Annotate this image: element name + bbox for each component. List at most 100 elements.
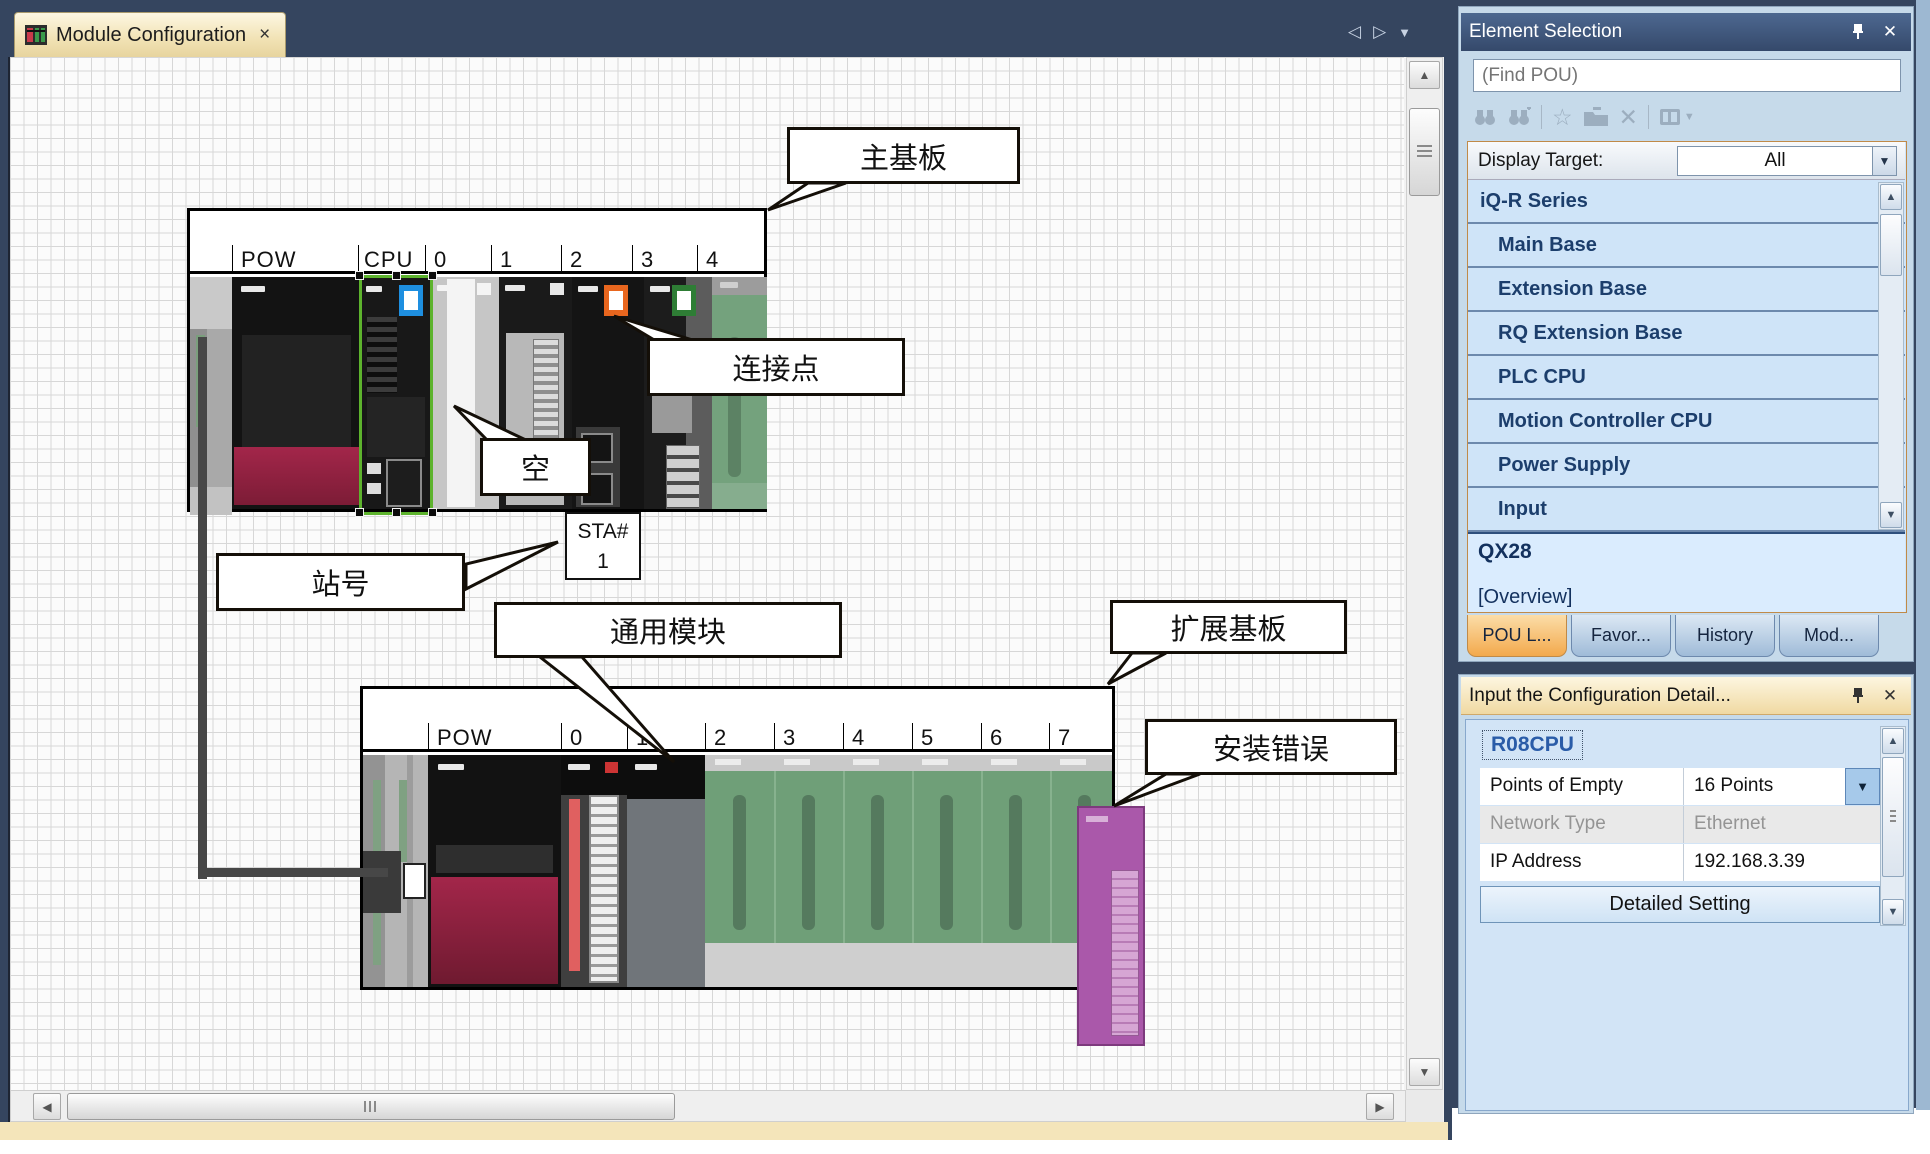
scroll-tabs-right-icon[interactable]: ▷ [1373,22,1386,42]
ext-slots2-7-empty[interactable] [705,755,1112,987]
pin-icon[interactable] [1851,24,1877,40]
gx-works3-window: Module Configuration × ◁ ▷ ▼ POW CPU 0 1… [0,0,1930,1154]
h-scroll-thumb[interactable] [67,1093,675,1120]
callout-connection-point: 连接点 [647,338,905,396]
ext-slot0-module[interactable] [561,755,627,987]
points-of-empty-label: Points of Empty [1480,768,1684,805]
element-category-list: iQ-R Series Main Base Extension Base RQ … [1468,180,1905,532]
error-module[interactable] [1077,806,1145,1046]
network-type-label: Network Type [1480,806,1684,843]
points-of-empty-value: 16 Points [1694,775,1773,796]
configuration-detail-body: R08CPU Points of Empty 16 Points ▼ Netwo… [1465,719,1909,1111]
ext-slot1-generic-module[interactable] [627,755,705,987]
list-scroll-down-icon[interactable]: ▼ [1880,502,1902,528]
main-base-slot-labels: POW CPU 0 1 2 3 4 [190,245,764,274]
selected-element-info[interactable]: QX28 [Overview] [1468,532,1905,612]
tab-list-dropdown-icon[interactable]: ▼ [1398,25,1411,40]
find-icon[interactable] [1473,107,1497,127]
chevron-down-icon[interactable]: ▼ [1872,147,1896,175]
tab-module[interactable]: Mod... [1779,615,1879,657]
list-item-motion-controller-cpu[interactable]: Motion Controller CPU [1468,400,1905,444]
list-scroll-up-icon[interactable]: ▲ [1880,184,1902,210]
configuration-detail-panel: Input the Configuration Detail... ✕ R08C… [1458,674,1914,1114]
list-scrollbar[interactable]: ▲ ▼ [1878,182,1904,530]
list-item-iqr-series[interactable]: iQ-R Series [1468,180,1905,224]
display-target-label: Display Target: [1478,150,1603,172]
find-pou-input[interactable] [1473,59,1901,92]
station-label: STA# [567,517,639,547]
favorites-star-icon[interactable]: ☆ [1552,104,1573,131]
element-selection-panel: Element Selection ✕ ☆ [1458,6,1914,662]
slot-label-0: 0 [425,245,491,271]
network-type-row: Network Type Ethernet [1480,806,1880,843]
ip-address-label: IP Address [1480,844,1684,881]
module-configuration-canvas: POW CPU 0 1 2 3 4 [8,57,1444,1122]
points-dropdown-icon[interactable]: ▼ [1845,768,1880,805]
extension-base[interactable]: POW 0 1 2 3 4 5 6 7 [360,686,1115,990]
detailed-setting-button[interactable]: Detailed Setting [1480,886,1880,923]
slot-label-pow: POW [232,245,358,271]
slot2-connection-point[interactable] [604,285,628,316]
callout-empty: 空 [480,438,591,496]
list-scroll-thumb[interactable] [1880,214,1902,276]
extension-cable-horizontal [198,868,388,877]
tab-favorites[interactable]: Favor... [1571,615,1671,657]
status-strip [0,1122,1448,1140]
scroll-up-icon[interactable]: ▲ [1409,61,1440,89]
scroll-down-icon[interactable]: ▼ [1409,1058,1440,1086]
tab-module-configuration[interactable]: Module Configuration × [14,12,286,57]
list-item-main-base[interactable]: Main Base [1468,224,1905,268]
slot-label-4: 4 [697,245,764,271]
list-item-plc-cpu[interactable]: PLC CPU [1468,356,1905,400]
delete-icon[interactable]: ✕ [1619,104,1638,131]
ip-address-row[interactable]: IP Address 192.168.3.39 [1480,844,1880,881]
detail-scroll-down-icon[interactable]: ▼ [1882,899,1904,925]
scroll-right-icon[interactable]: ▶ [1366,1093,1394,1120]
selected-element-name: QX28 [1478,540,1532,564]
canvas-grid[interactable]: POW CPU 0 1 2 3 4 [10,57,1404,1090]
extension-base-header [363,689,1112,723]
pin-icon[interactable] [1851,688,1877,704]
detail-scroll-thumb[interactable] [1882,757,1904,877]
ext-slot-label-7: 7 [1049,723,1112,749]
close-panel-icon[interactable]: ✕ [1877,22,1903,42]
tab-pou-list[interactable]: POU L... [1467,615,1567,657]
ext-slot-label-1: 1 [627,723,705,749]
cpu-connection-point-selected[interactable] [399,285,423,316]
element-selection-toolbar: ☆ ✕ ▼ [1473,100,1901,134]
element-selection-titlebar: Element Selection ✕ [1461,13,1911,51]
module-list-icon[interactable]: ▼ [1659,107,1695,127]
canvas-horizontal-scrollbar[interactable]: ◀ ▶ [10,1090,1406,1122]
slot3-connection-point[interactable] [672,285,696,316]
points-of-empty-row[interactable]: Points of Empty 16 Points ▼ [1480,768,1880,805]
network-type-value: Ethernet [1684,806,1880,843]
detail-scrollbar[interactable]: ▲ ▼ [1880,726,1906,926]
station-number-box: STA# 1 [565,512,641,580]
display-target-value: All [1678,150,1872,172]
detail-scroll-up-icon[interactable]: ▲ [1882,728,1904,754]
close-panel-icon[interactable]: ✕ [1877,686,1903,706]
list-item-input[interactable]: Input [1468,488,1905,532]
module-name-link[interactable]: R08CPU [1482,730,1583,760]
ext-power-module[interactable] [428,755,561,987]
tab-history[interactable]: History [1675,615,1775,657]
display-target-dropdown[interactable]: All ▼ [1677,146,1897,176]
main-power-module[interactable] [232,277,361,509]
find-next-icon[interactable] [1507,107,1531,127]
slot-label-1: 1 [491,245,561,271]
ext-slot-label-5: 5 [912,723,981,749]
cpu-module-r08cpu[interactable] [361,277,431,509]
scroll-left-icon[interactable]: ◀ [33,1093,61,1120]
v-scroll-thumb[interactable] [1409,108,1440,196]
tab-close-icon[interactable]: × [259,24,270,46]
list-item-extension-base[interactable]: Extension Base [1468,268,1905,312]
callout-station-number: 站号 [216,553,465,611]
main-base-header [190,211,764,245]
canvas-vertical-scrollbar[interactable]: ▲ ▼ [1406,57,1443,1090]
window-edge [1916,0,1930,1110]
list-item-power-supply[interactable]: Power Supply [1468,444,1905,488]
list-item-rq-extension-base[interactable]: RQ Extension Base [1468,312,1905,356]
add-folder-icon[interactable] [1583,107,1609,127]
scroll-tabs-left-icon[interactable]: ◁ [1348,22,1361,42]
tab-title: Module Configuration [56,24,246,47]
